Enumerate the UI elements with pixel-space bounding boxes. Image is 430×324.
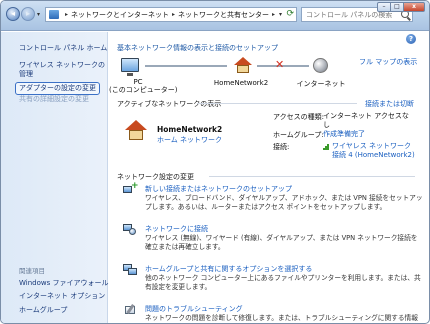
sidebar: コントロール パネル ホーム ワイヤレス ネットワークの管理 アダプターの設定の… — [1, 32, 108, 323]
sidebar-item-control-panel-home[interactable]: コントロール パネル ホーム — [19, 44, 107, 53]
history-dropdown-icon[interactable]: ▾ — [37, 11, 40, 18]
home-network-label: HomeNetwork2 — [213, 79, 269, 87]
troubleshoot-icon — [123, 304, 137, 316]
connection-value[interactable]: ワイヤレス ネットワーク接続 4 (HomeNetwork2) — [332, 142, 415, 159]
help-icon[interactable]: ? — [406, 34, 416, 44]
home-network-icon — [234, 57, 252, 73]
computer-icon — [121, 58, 139, 76]
task-description: ワイヤレス、ブロードバンド、ダイヤルアップ、アドホック、または VPN 接続をセ… — [145, 194, 423, 211]
sidebar-item-firewall[interactable]: Windows ファイアウォール — [19, 279, 108, 288]
divider — [197, 103, 357, 104]
sidebar-section-see-also: 関連項目 — [19, 267, 45, 275]
sidebar-item-homegroup[interactable]: ホームグループ — [19, 306, 67, 315]
breadcrumb-sharing-center[interactable]: ネットワークと共有センター — [178, 10, 269, 20]
homegroup-sharing-link[interactable]: ホームグループと共有に関するオプションを選択する — [145, 264, 312, 274]
forward-arrow-icon[interactable]: ▸ — [21, 7, 35, 21]
sidebar-item-internet-options[interactable]: インターネット オプション — [19, 292, 105, 301]
window: ◂ ▸ ▾ ▸ ネットワークとインターネット ▸ ネットワークと共有センター ▸… — [0, 0, 430, 324]
connection-line — [145, 65, 227, 67]
network-name: HomeNetwork2 — [157, 125, 223, 134]
title-bar: ◂ ▸ ▾ ▸ ネットワークとインターネット ▸ ネットワークと共有センター ▸… — [1, 1, 429, 31]
pc-label: PC (このコンピューター) — [109, 78, 178, 94]
main-content: ? 基本ネットワーク情報の表示と接続のセットアップ フル マップの表示 ✕ PC… — [109, 32, 429, 323]
address-bar[interactable]: ▸ ネットワークとインターネット ▸ ネットワークと共有センター ▸ ▾ ⟳ — [45, 7, 297, 22]
wireless-signal-icon — [323, 143, 330, 150]
troubleshoot-link[interactable]: 問題のトラブルシューティング — [145, 304, 243, 314]
task-description: ネットワークの問題を診断して修復します。または、トラブルシューティングに関する情… — [145, 314, 418, 322]
back-arrow-icon[interactable]: ◂ — [6, 7, 20, 21]
access-type-label: アクセスの種類: — [273, 113, 325, 121]
full-map-link[interactable]: フル マップの表示 — [359, 57, 417, 67]
disconnected-x-icon: ✕ — [275, 58, 285, 71]
page-title: 基本ネットワーク情報の表示と接続のセットアップ — [117, 44, 278, 52]
home-network-icon — [125, 120, 147, 140]
homegroup-sharing-icon — [123, 264, 137, 276]
connection-link[interactable]: ワイヤレス ネットワーク接続 4 (HomeNetwork2) — [323, 142, 415, 159]
network-map: ✕ PC (このコンピューター) HomeNetwork2 インターネット — [109, 54, 349, 94]
active-networks-heading: アクティブなネットワークの表示 — [117, 100, 222, 108]
new-connection-icon: + — [123, 182, 139, 196]
pc-label-line1: PC — [133, 78, 143, 86]
chevron-right-icon[interactable]: ▸ — [65, 11, 68, 18]
setup-connection-link[interactable]: 新しい接続またはネットワークのセットアップ — [145, 184, 292, 194]
task-description: 他のネットワーク コンピューター上にあるファイルやプリンターを利用します。または… — [145, 274, 421, 291]
access-type-value: インターネット アクセスなし — [323, 112, 409, 129]
change-settings-heading: ネットワーク設定の変更 — [117, 173, 194, 181]
connect-disconnect-link[interactable]: 接続または切断 — [365, 99, 414, 109]
divider — [209, 176, 415, 177]
sidebar-item-adapter-settings[interactable]: アダプターの設定の変更 — [15, 82, 100, 95]
breadcrumb-network-internet[interactable]: ネットワークとインターネット — [71, 10, 169, 20]
pc-label-line2: (このコンピューター) — [109, 86, 178, 94]
internet-label: インターネット — [296, 80, 346, 88]
homegroup-link[interactable]: 作成準備完了 — [323, 130, 415, 139]
connect-network-icon — [123, 224, 137, 236]
connection-label: 接続: — [273, 143, 290, 151]
control-panel-icon — [49, 10, 59, 19]
chevron-right-icon[interactable]: ▸ — [272, 11, 275, 18]
refresh-icon[interactable]: ⟳ — [286, 9, 294, 19]
sidebar-item-manage-wireless[interactable]: ワイヤレス ネットワークの管理 — [19, 61, 105, 79]
chevron-right-icon[interactable]: ▸ — [172, 11, 175, 18]
homegroup-label: ホームグループ: — [273, 131, 324, 139]
sidebar-item-advanced-sharing[interactable]: 共有の詳細設定の変更 — [19, 95, 89, 104]
internet-globe-icon — [313, 58, 328, 73]
connect-network-link[interactable]: ネットワークに接続 — [145, 224, 208, 234]
minimize-button[interactable]: – — [377, 2, 391, 12]
close-button[interactable]: x — [403, 2, 425, 12]
task-description: ワイヤレス (無線)、ワイヤード (有線)、ダイヤルアップ、または VPN ネッ… — [145, 234, 418, 251]
network-type-link[interactable]: ホーム ネットワーク — [157, 135, 222, 145]
maximize-button[interactable]: □ — [390, 2, 404, 12]
address-dropdown-icon[interactable]: ▾ — [279, 11, 282, 18]
